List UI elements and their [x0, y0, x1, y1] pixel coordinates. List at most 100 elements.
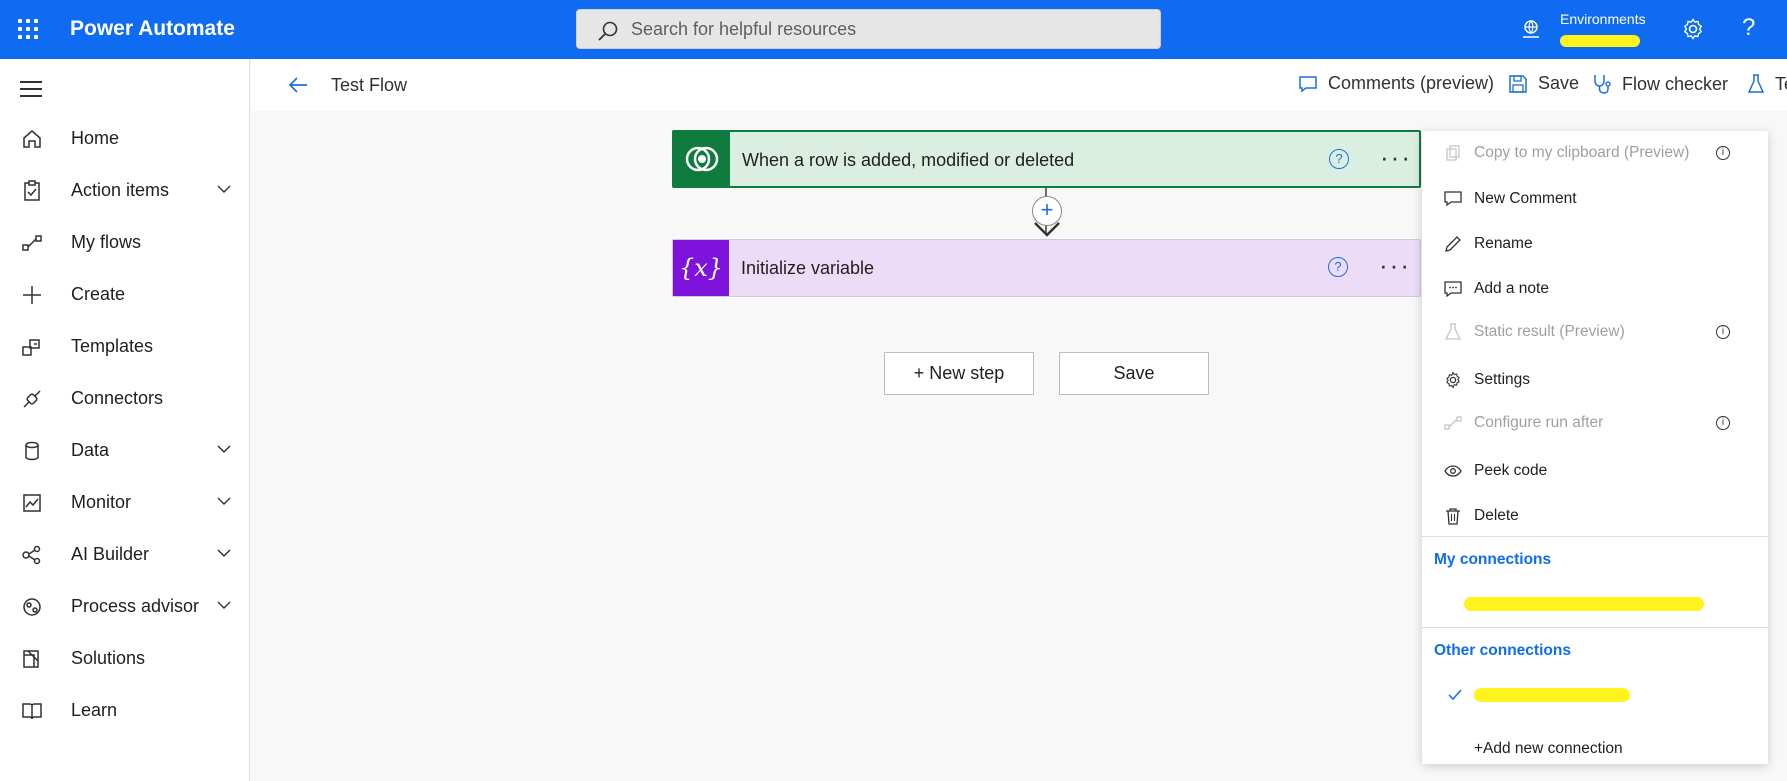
run-after-icon — [1444, 416, 1462, 430]
sidebar-item-ai-builder[interactable]: AI Builder — [0, 529, 249, 581]
command-bar: Test Flow Comments (preview) Save Flow c… — [251, 59, 1787, 111]
menu-item-rename[interactable]: Rename — [1422, 224, 1768, 264]
info-icon[interactable]: i — [1716, 146, 1730, 160]
sidebar-item-my-flows[interactable]: My flows — [0, 217, 249, 269]
trigger-title[interactable]: When a row is added, modified or deleted — [742, 150, 1074, 171]
home-icon — [23, 130, 41, 148]
sidebar-item-home[interactable]: Home — [0, 113, 249, 165]
add-new-connection-link[interactable]: +Add new connection — [1422, 729, 1768, 769]
sidebar-item-label: Learn — [71, 700, 118, 720]
menu-item-peek-code[interactable]: Peek code — [1422, 451, 1768, 491]
help-circle-icon[interactable]: ? — [1328, 257, 1348, 277]
menu-item-static-result[interactable]: Static result (Preview) i — [1422, 312, 1768, 352]
sidebar-item-label: AI Builder — [71, 544, 150, 564]
connection-item-redacted[interactable] — [1464, 597, 1704, 611]
book-icon — [22, 703, 42, 720]
menu-divider — [1422, 627, 1768, 628]
sidebar-item-label: Process advisor — [71, 596, 200, 616]
sidebar-item-process-advisor[interactable]: Process advisor — [0, 581, 249, 633]
chevron-down-icon[interactable] — [216, 493, 232, 509]
new-step-button[interactable]: + New step — [884, 352, 1034, 395]
chevron-down-icon[interactable] — [216, 545, 232, 561]
info-icon[interactable]: i — [1716, 416, 1730, 430]
sidebar-item-learn[interactable]: Learn — [0, 685, 249, 737]
test-label: Te — [1775, 73, 1787, 94]
flow-title: Test Flow — [331, 75, 408, 95]
environment-picker[interactable]: Environments — [1560, 9, 1650, 49]
comment-icon — [1299, 75, 1317, 92]
comments-button[interactable]: Comments (preview) — [1298, 73, 1494, 94]
sidebar-item-monitor[interactable]: Monitor — [0, 477, 249, 529]
search-input[interactable] — [631, 10, 1131, 48]
back-arrow-icon[interactable] — [287, 75, 309, 95]
save-button[interactable]: Save — [1508, 73, 1579, 94]
dataverse-icon — [685, 146, 719, 172]
flask-icon — [1444, 323, 1462, 340]
settings-gear-icon[interactable] — [1681, 17, 1705, 41]
chevron-down-icon[interactable] — [216, 441, 232, 457]
trigger-card[interactable]: When a row is added, modified or deleted… — [672, 130, 1421, 188]
menu-item-add-note[interactable]: Add a note — [1422, 269, 1768, 309]
sidebar-item-solutions[interactable]: Solutions — [0, 633, 249, 685]
templates-icon — [22, 339, 40, 356]
comment-icon — [1444, 191, 1462, 207]
flow-checker-button[interactable]: Flow checker — [1592, 73, 1728, 95]
menu-item-label: Rename — [1474, 235, 1533, 252]
action-title[interactable]: Initialize variable — [741, 258, 874, 279]
help-icon[interactable]: ? — [1742, 14, 1755, 42]
environments-label: Environments — [1560, 11, 1646, 27]
menu-item-configure-run-after[interactable]: Configure run after i — [1422, 403, 1768, 443]
menu-item-copy-clipboard[interactable]: Copy to my clipboard (Preview) i — [1422, 133, 1768, 173]
environment-value-redacted — [1560, 35, 1640, 47]
info-icon[interactable]: i — [1716, 325, 1730, 339]
variable-icon-box: {x} — [673, 240, 729, 296]
sidebar-item-label: Connectors — [71, 388, 164, 408]
sidebar-item-label: Monitor — [71, 492, 132, 512]
sidebar-item-templates[interactable]: Templates — [0, 321, 249, 373]
app-title[interactable]: Power Automate — [70, 17, 235, 41]
variable-icon: {x} — [678, 254, 724, 282]
sidebar-item-action-items[interactable]: Action items — [0, 165, 249, 217]
menu-item-delete[interactable]: Delete — [1422, 496, 1768, 536]
menu-item-new-comment[interactable]: New Comment — [1422, 179, 1768, 219]
test-button[interactable]: Te — [1747, 73, 1787, 95]
environment-icon[interactable] — [1520, 18, 1542, 40]
eye-icon — [1444, 465, 1462, 477]
help-circle-icon[interactable]: ? — [1329, 149, 1349, 169]
search-icon — [598, 21, 618, 41]
sidebar-item-label: Templates — [71, 336, 154, 356]
sidebar-item-connectors[interactable]: Connectors — [0, 373, 249, 425]
app-launcher-icon[interactable] — [18, 19, 39, 40]
solutions-icon — [23, 650, 39, 668]
search-box[interactable] — [576, 9, 1161, 49]
checkmark-icon — [1448, 689, 1462, 701]
hamburger-menu-icon[interactable] — [20, 81, 42, 102]
menu-item-settings[interactable]: Settings — [1422, 360, 1768, 400]
menu-item-label: Settings — [1474, 371, 1531, 388]
initialize-variable-card[interactable]: {x} Initialize variable ? ··· — [672, 239, 1421, 297]
canvas-save-button[interactable]: Save — [1059, 352, 1209, 395]
card-context-menu: Copy to my clipboard (Preview) i New Com… — [1422, 131, 1768, 764]
sidebar-item-create[interactable]: Create — [0, 269, 249, 321]
plus-icon — [23, 286, 41, 304]
save-label: Save — [1538, 73, 1580, 93]
menu-item-label: +Add new connection — [1474, 740, 1623, 757]
dataverse-icon-box — [674, 132, 730, 186]
my-connections-heading: My connections — [1434, 551, 1552, 568]
stethoscope-icon — [1594, 75, 1611, 94]
more-options-icon[interactable]: ··· — [1380, 142, 1412, 173]
clipboard-icon — [24, 180, 40, 201]
chevron-down-icon[interactable] — [216, 181, 232, 197]
database-icon — [25, 441, 39, 461]
left-nav: Home Action items My flows Create Templa… — [0, 59, 250, 781]
connection-item-redacted[interactable] — [1474, 688, 1630, 702]
save-icon — [1509, 74, 1527, 93]
flask-icon — [1747, 74, 1765, 93]
more-options-icon[interactable]: ··· — [1379, 250, 1411, 281]
chevron-down-icon[interactable] — [216, 597, 232, 613]
menu-item-label: Delete — [1474, 507, 1519, 524]
flow-checker-label: Flow checker — [1622, 73, 1729, 94]
sidebar-item-data[interactable]: Data — [0, 425, 249, 477]
pencil-icon — [1445, 236, 1461, 252]
other-connections-heading: Other connections — [1434, 642, 1571, 659]
